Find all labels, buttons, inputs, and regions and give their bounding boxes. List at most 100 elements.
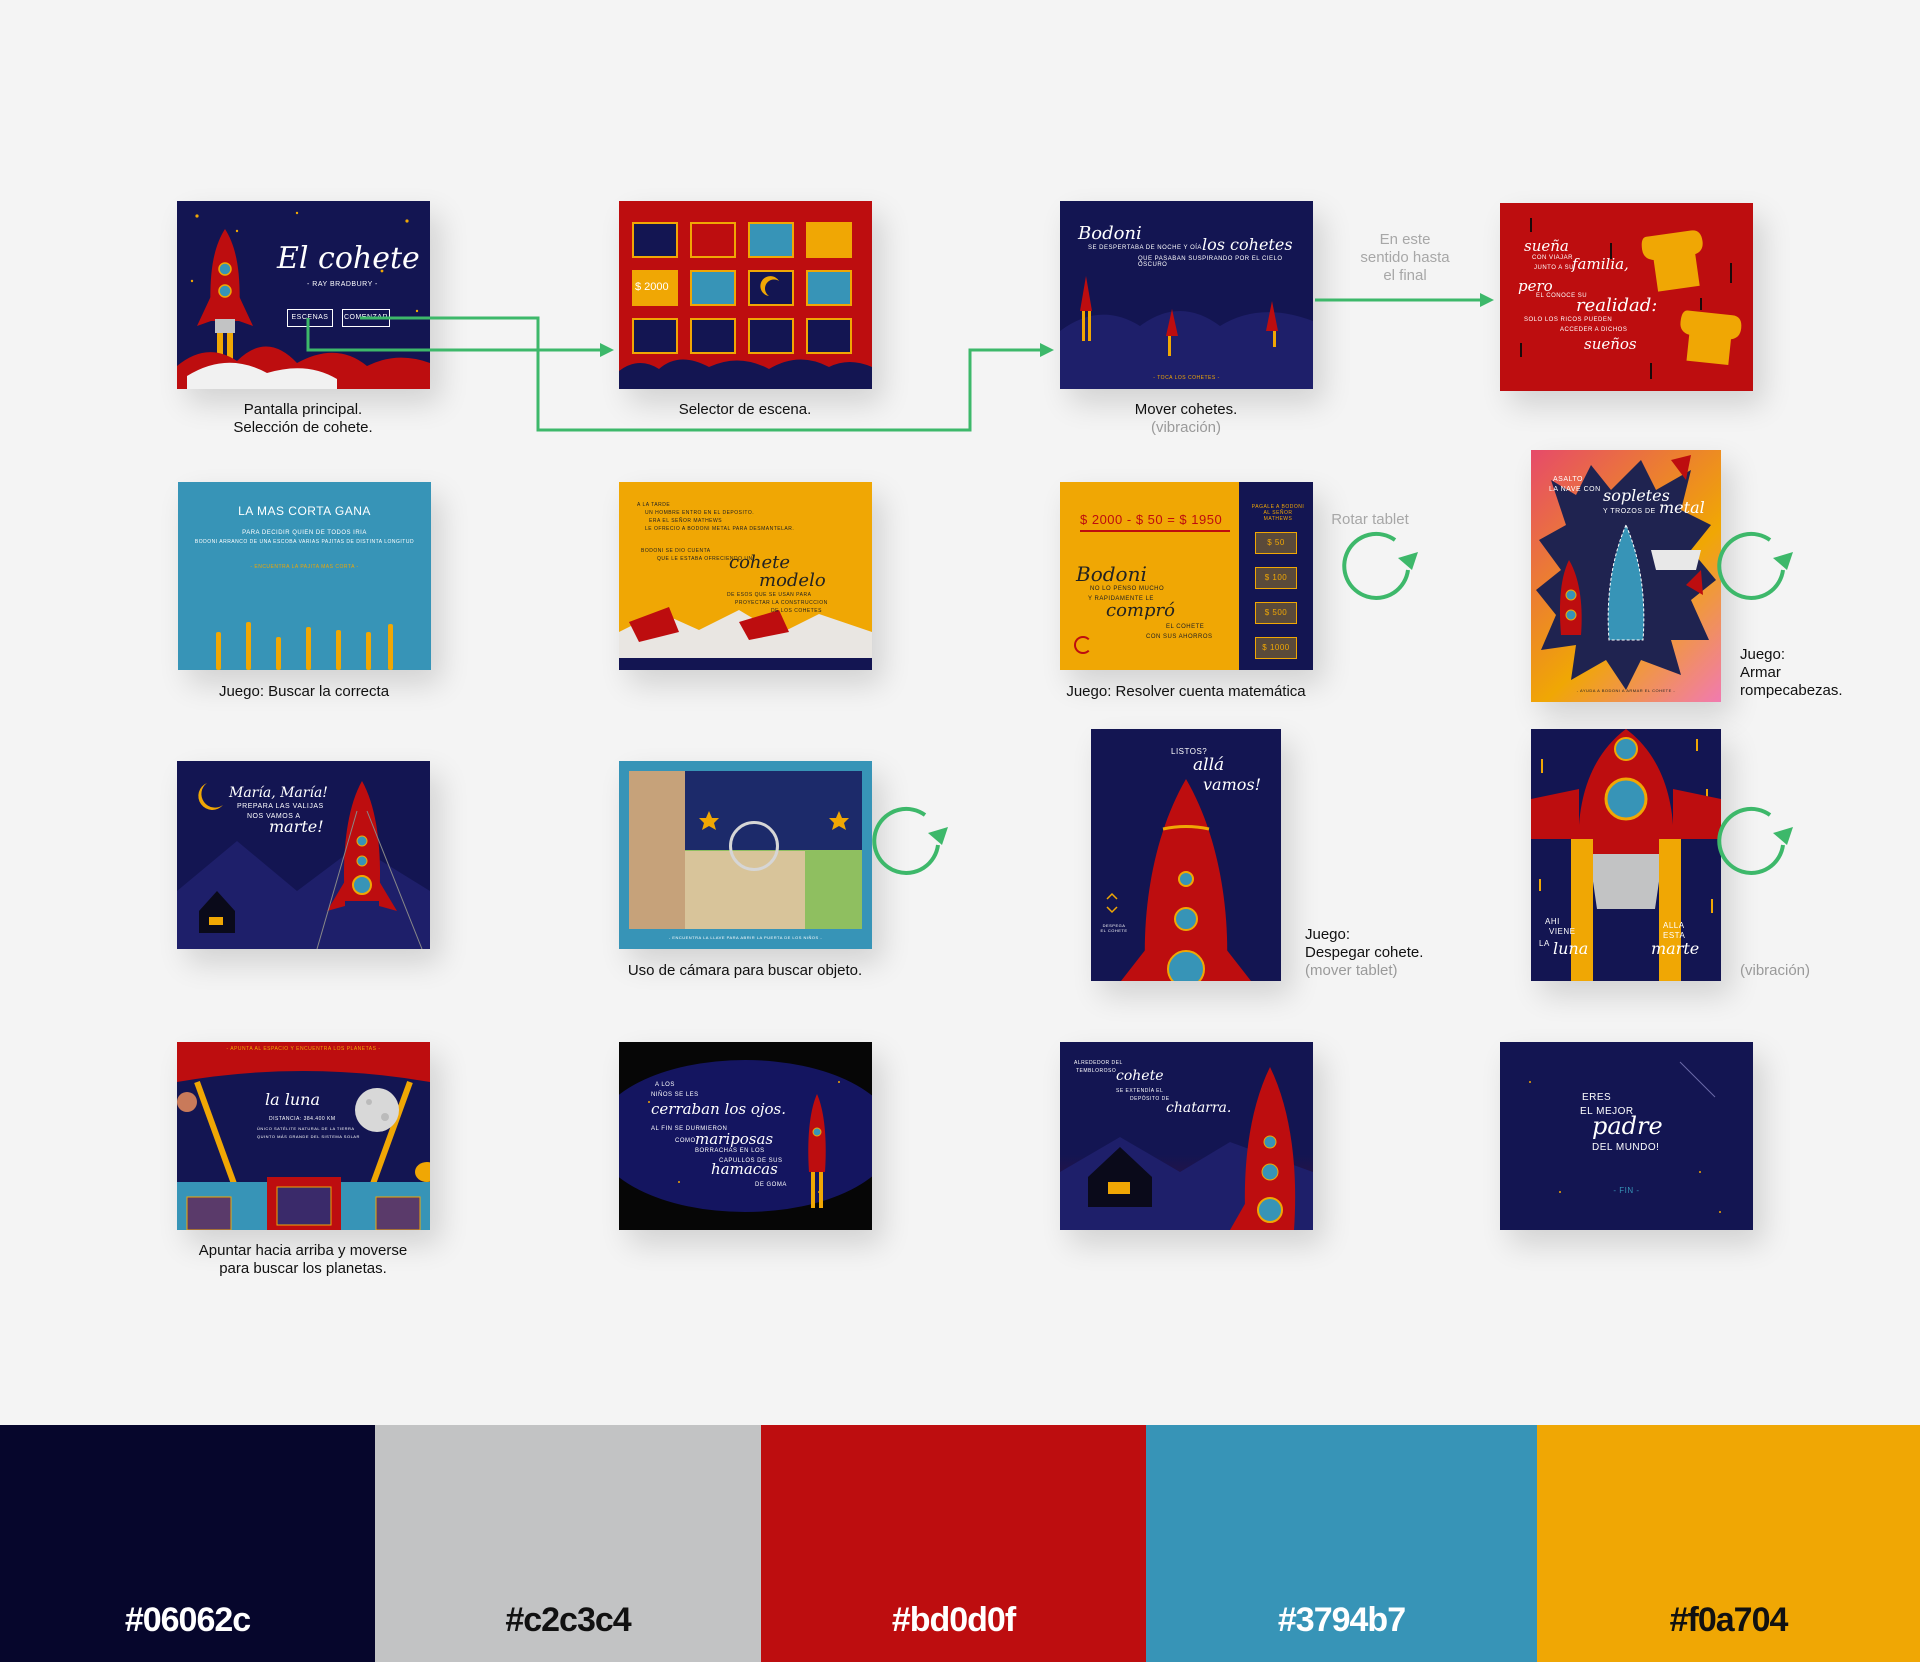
screen-launch[interactable]: LISTOS? allá vamos! DESPEGA EL COHETE	[1091, 729, 1281, 981]
planets-top: - APUNTA AL ESPACIO Y ENCUENTRA LOS PLAN…	[226, 1046, 381, 1052]
screen-scene-selector[interactable]: $ 2000	[619, 201, 872, 389]
direction-note: En este sentido hasta el final	[1360, 231, 1450, 284]
dreams-w7: realidad:	[1576, 295, 1658, 316]
math-underline	[1080, 530, 1230, 532]
dreams-w8: SOLO LOS RICOS PUEDEN	[1524, 317, 1613, 323]
planets-l2: ÚNICO SATÉLITE NATURAL DE LA TIERRA	[257, 1126, 355, 1131]
moonmars-l2: VIENE	[1549, 927, 1576, 936]
maria-s2: marte!	[269, 817, 324, 836]
move-rockets-line2: QUE PASABAN SUSPIRANDO POR EL CIELO OSCU…	[1138, 256, 1283, 268]
caption-scene-selector: Selector de escena.	[678, 401, 812, 418]
moonmars-s1: luna	[1553, 939, 1589, 958]
puzzle-l1: ASALTO	[1553, 476, 1583, 483]
escenas-button[interactable]: ESCENAS	[287, 309, 333, 327]
maria-s1: María, María!	[229, 785, 328, 801]
screen-main-menu[interactable]: El cohete - RAY BRADBURY - ESCENAS COMEN…	[177, 201, 430, 389]
dreams-w3: JUNTO A SU	[1534, 265, 1574, 271]
refresh-icon[interactable]	[1074, 636, 1092, 654]
coin-list: $ 50 $ 100 $ 500 $ 1000	[1255, 532, 1297, 659]
math-s1: compró	[1106, 600, 1175, 621]
end-fin: - FIN -	[1613, 1186, 1640, 1195]
swatch-label: #3794b7	[1277, 1601, 1406, 1639]
main-menu-art	[177, 211, 430, 389]
end-l1: ERES	[1582, 1092, 1612, 1103]
rotate-icon	[872, 806, 940, 875]
straw-line2: BODONI ARRANCO DE UNA ESCOBA VARIAS PAJI…	[194, 539, 415, 545]
moonmars-l3: LA	[1539, 939, 1550, 948]
launch-art	[1106, 779, 1251, 981]
model-l3: ERA EL SEÑOR MATHEWS	[649, 518, 723, 524]
straw-title: LA MAS CORTA GANA	[238, 504, 371, 518]
model-l7: DE ESOS QUE SE USAN PARA	[727, 592, 812, 598]
screen-shortest-straw[interactable]: LA MAS CORTA GANA PARA DECIDIR QUIEN DE …	[178, 482, 431, 670]
planets-l3: QUINTO MÁS GRANDE DEL SISTEMA SOLAR	[257, 1134, 360, 1139]
move-rockets-script: los cohetes	[1202, 235, 1293, 254]
scrap-s2: chatarra.	[1166, 1100, 1232, 1116]
screen-dreams: sueña CON VIAJAR JUNTO A SU familia, per…	[1500, 203, 1753, 391]
palette-swatch: #c2c3c4	[375, 1425, 761, 1662]
caption-math-game: Juego: Resolver cuenta matemática	[1066, 683, 1306, 700]
moonmars-l1: AHI	[1545, 917, 1560, 926]
math-l4: CON SUS AHORROS	[1146, 634, 1213, 640]
swatch-label: #06062c	[124, 1601, 251, 1639]
caption-planets: Apuntar hacia arriba y moverse para busc…	[198, 1242, 408, 1277]
model-l2: UN HOMBRE ENTRO EN EL DEPOSITO.	[645, 510, 755, 516]
move-rockets-name: Bodoni	[1078, 223, 1142, 244]
puzzle-l3: Y TROZOS DE	[1603, 508, 1656, 515]
swatch-label: #f0a704	[1669, 1601, 1789, 1639]
main-menu-title: El cohete	[277, 241, 420, 276]
coin-option[interactable]: $ 50	[1255, 532, 1297, 554]
screen-planets[interactable]: - APUNTA AL ESPACIO Y ENCUENTRA LOS PLAN…	[177, 1042, 430, 1230]
scene-price-label: $ 2000	[635, 281, 669, 293]
palette-swatch: #06062c	[0, 1425, 375, 1662]
rocket-icon	[197, 229, 253, 367]
caption-shortest-straw: Juego: Buscar la correcta	[218, 683, 390, 700]
moonmars-l4: ALLA	[1663, 921, 1685, 930]
maria-l1: PREPARA LAS VALIJAS	[237, 803, 324, 810]
scrap-s1: cohete	[1116, 1068, 1164, 1084]
screen-model-rocket: A LA TARDE UN HOMBRE ENTRO EN EL DEPOSIT…	[619, 482, 872, 670]
star-decor	[699, 811, 849, 830]
caption-move-rockets: Mover cohetes. (vibración)	[1134, 401, 1238, 436]
planets-l1: DISTANCIA: 384.400 KM	[269, 1116, 336, 1122]
coin-option[interactable]: $ 100	[1255, 567, 1297, 589]
screen-puzzle[interactable]: ASALTO LA NAVE CON sopletes Y TROZOS DE …	[1531, 450, 1721, 702]
planets-title: la luna	[265, 1090, 321, 1109]
puzzle-s2: metal	[1659, 498, 1705, 517]
scene-grid	[619, 222, 872, 389]
launch-s2: vamos!	[1203, 775, 1262, 794]
camera-viewfinder[interactable]	[629, 771, 862, 929]
scrap-l4: DEPÓSITO DE	[1130, 1096, 1170, 1102]
butterfly-s1: cerraban los ojos.	[651, 1100, 787, 1118]
caption-main-menu: Pantalla principal. Selección de cohete.	[233, 401, 373, 436]
caption-puzzle: Juego: Armar rompecabezas.	[1740, 646, 1843, 699]
coin-option[interactable]: $ 1000	[1255, 637, 1297, 659]
dreams-w9: ACCEDER A DICHOS	[1560, 327, 1628, 333]
model-l9: DE LOS COHETES	[771, 608, 822, 614]
comenzar-button[interactable]: COMENZAR	[342, 309, 390, 327]
scrap-l3: SE EXTENDÍA EL	[1116, 1088, 1164, 1094]
screen-maria: María, María! PREPARA LAS VALIJAS NOS VA…	[177, 761, 430, 949]
scrap-l2: TEMBLOROSO	[1076, 1068, 1117, 1074]
scrap-l1: ALREDEDOR DEL	[1074, 1060, 1123, 1066]
model-l8: PROYECTAR LA CONSTRUCCION	[735, 600, 828, 606]
screen-math-game[interactable]: $ 2000 - $ 50 = $ 1950 PAGALE A BODONI A…	[1060, 482, 1313, 670]
launch-s1: allá	[1193, 755, 1225, 775]
move-rockets-footer: - TOCA LOS COHETES -	[1153, 375, 1220, 381]
butterfly-l7: DE GOMA	[755, 1182, 787, 1188]
coin-option[interactable]: $ 500	[1255, 602, 1297, 624]
move-rockets-line1: SE DESPERTABA DE NOCHE Y OÍA	[1088, 245, 1202, 251]
screen-move-rockets[interactable]: Bodoni SE DESPERTABA DE NOCHE Y OÍA los …	[1060, 201, 1313, 389]
math-side-text: PAGALE A BODONI AL SEÑOR MATHEWS	[1251, 504, 1305, 522]
butterfly-s2: mariposas	[695, 1130, 774, 1148]
main-menu-author: - RAY BRADBURY -	[307, 281, 378, 288]
palette-swatch: #f0a704	[1537, 1425, 1920, 1662]
end-l3: DEL MUNDO!	[1592, 1142, 1660, 1153]
moonmars-s2: marte	[1651, 939, 1700, 958]
puzzle-footer: - AYUDA A BODONI A ARMAR EL COHETE -	[1576, 688, 1676, 693]
rotate-icon	[1717, 806, 1785, 875]
rotate-icon	[1717, 531, 1785, 600]
screen-camera-search[interactable]: - ENCUENTRA LA LLAVE PARA ABRIR LA PUERT…	[619, 761, 872, 949]
screen-butterflies: A LOS NIÑOS SE LES cerraban los ojos. AL…	[619, 1042, 872, 1230]
end-s1: padre	[1592, 1112, 1663, 1140]
